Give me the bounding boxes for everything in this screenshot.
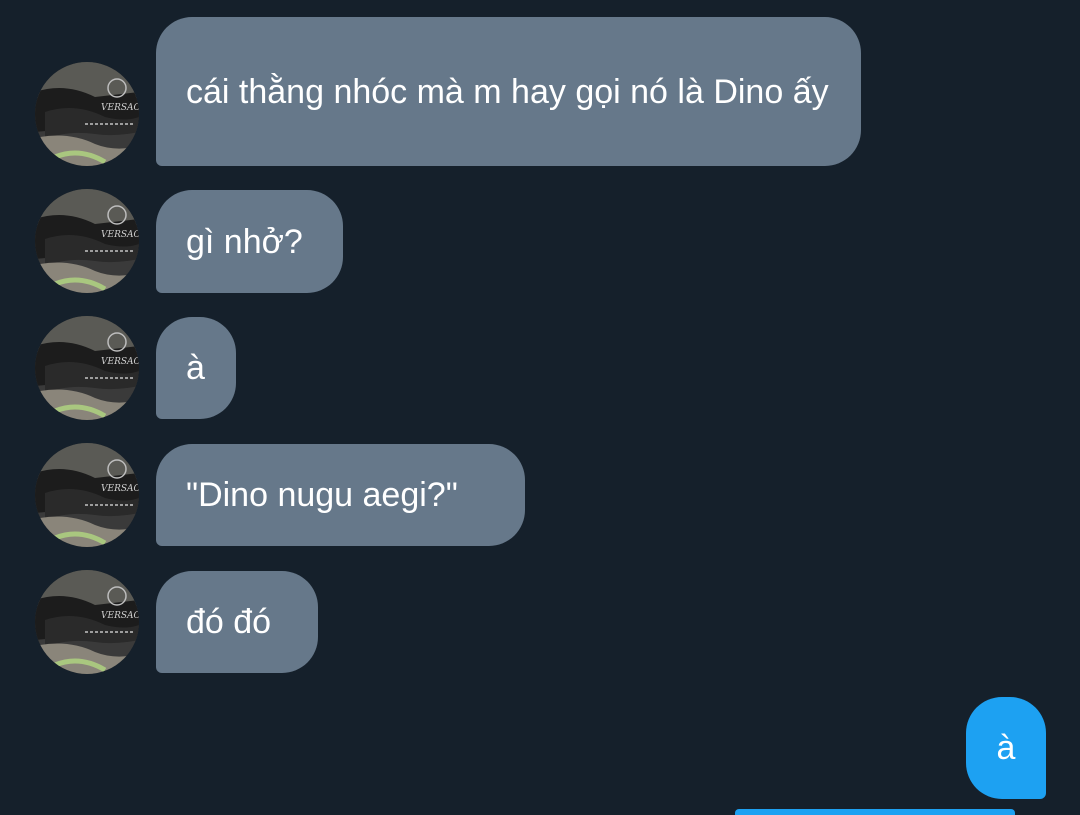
contact-avatar[interactable]	[35, 570, 139, 674]
message-text: à	[996, 728, 1016, 767]
incoming-message-bubble[interactable]: à	[156, 317, 236, 419]
avatar-photo-icon	[35, 443, 139, 547]
avatar-photo-icon	[35, 62, 139, 166]
message-text: cái thằng nhóc mà m hay gọi nó là Dino ấ…	[186, 72, 829, 111]
outgoing-message-bubble[interactable]: à	[966, 697, 1046, 799]
incoming-message-bubble[interactable]: cái thằng nhóc mà m hay gọi nó là Dino ấ…	[156, 17, 861, 166]
incoming-message-bubble[interactable]: gì nhở?	[156, 190, 343, 293]
message-text: gì nhở?	[186, 222, 303, 261]
message-text: đó đó	[186, 603, 272, 641]
avatar-photo-icon	[35, 570, 139, 674]
incoming-message-bubble[interactable]: "Dino nugu aegi?"	[156, 444, 525, 546]
contact-avatar[interactable]	[35, 316, 139, 420]
avatar-photo-icon	[35, 189, 139, 293]
contact-avatar[interactable]	[35, 62, 139, 166]
contact-avatar[interactable]	[35, 443, 139, 547]
next-outgoing-bubble-edge	[735, 809, 1015, 815]
contact-avatar[interactable]	[35, 189, 139, 293]
incoming-message-bubble[interactable]: đó đó	[156, 571, 318, 673]
message-text: "Dino nugu aegi?"	[186, 476, 458, 514]
message-text: à	[186, 349, 205, 387]
avatar-photo-icon	[35, 316, 139, 420]
